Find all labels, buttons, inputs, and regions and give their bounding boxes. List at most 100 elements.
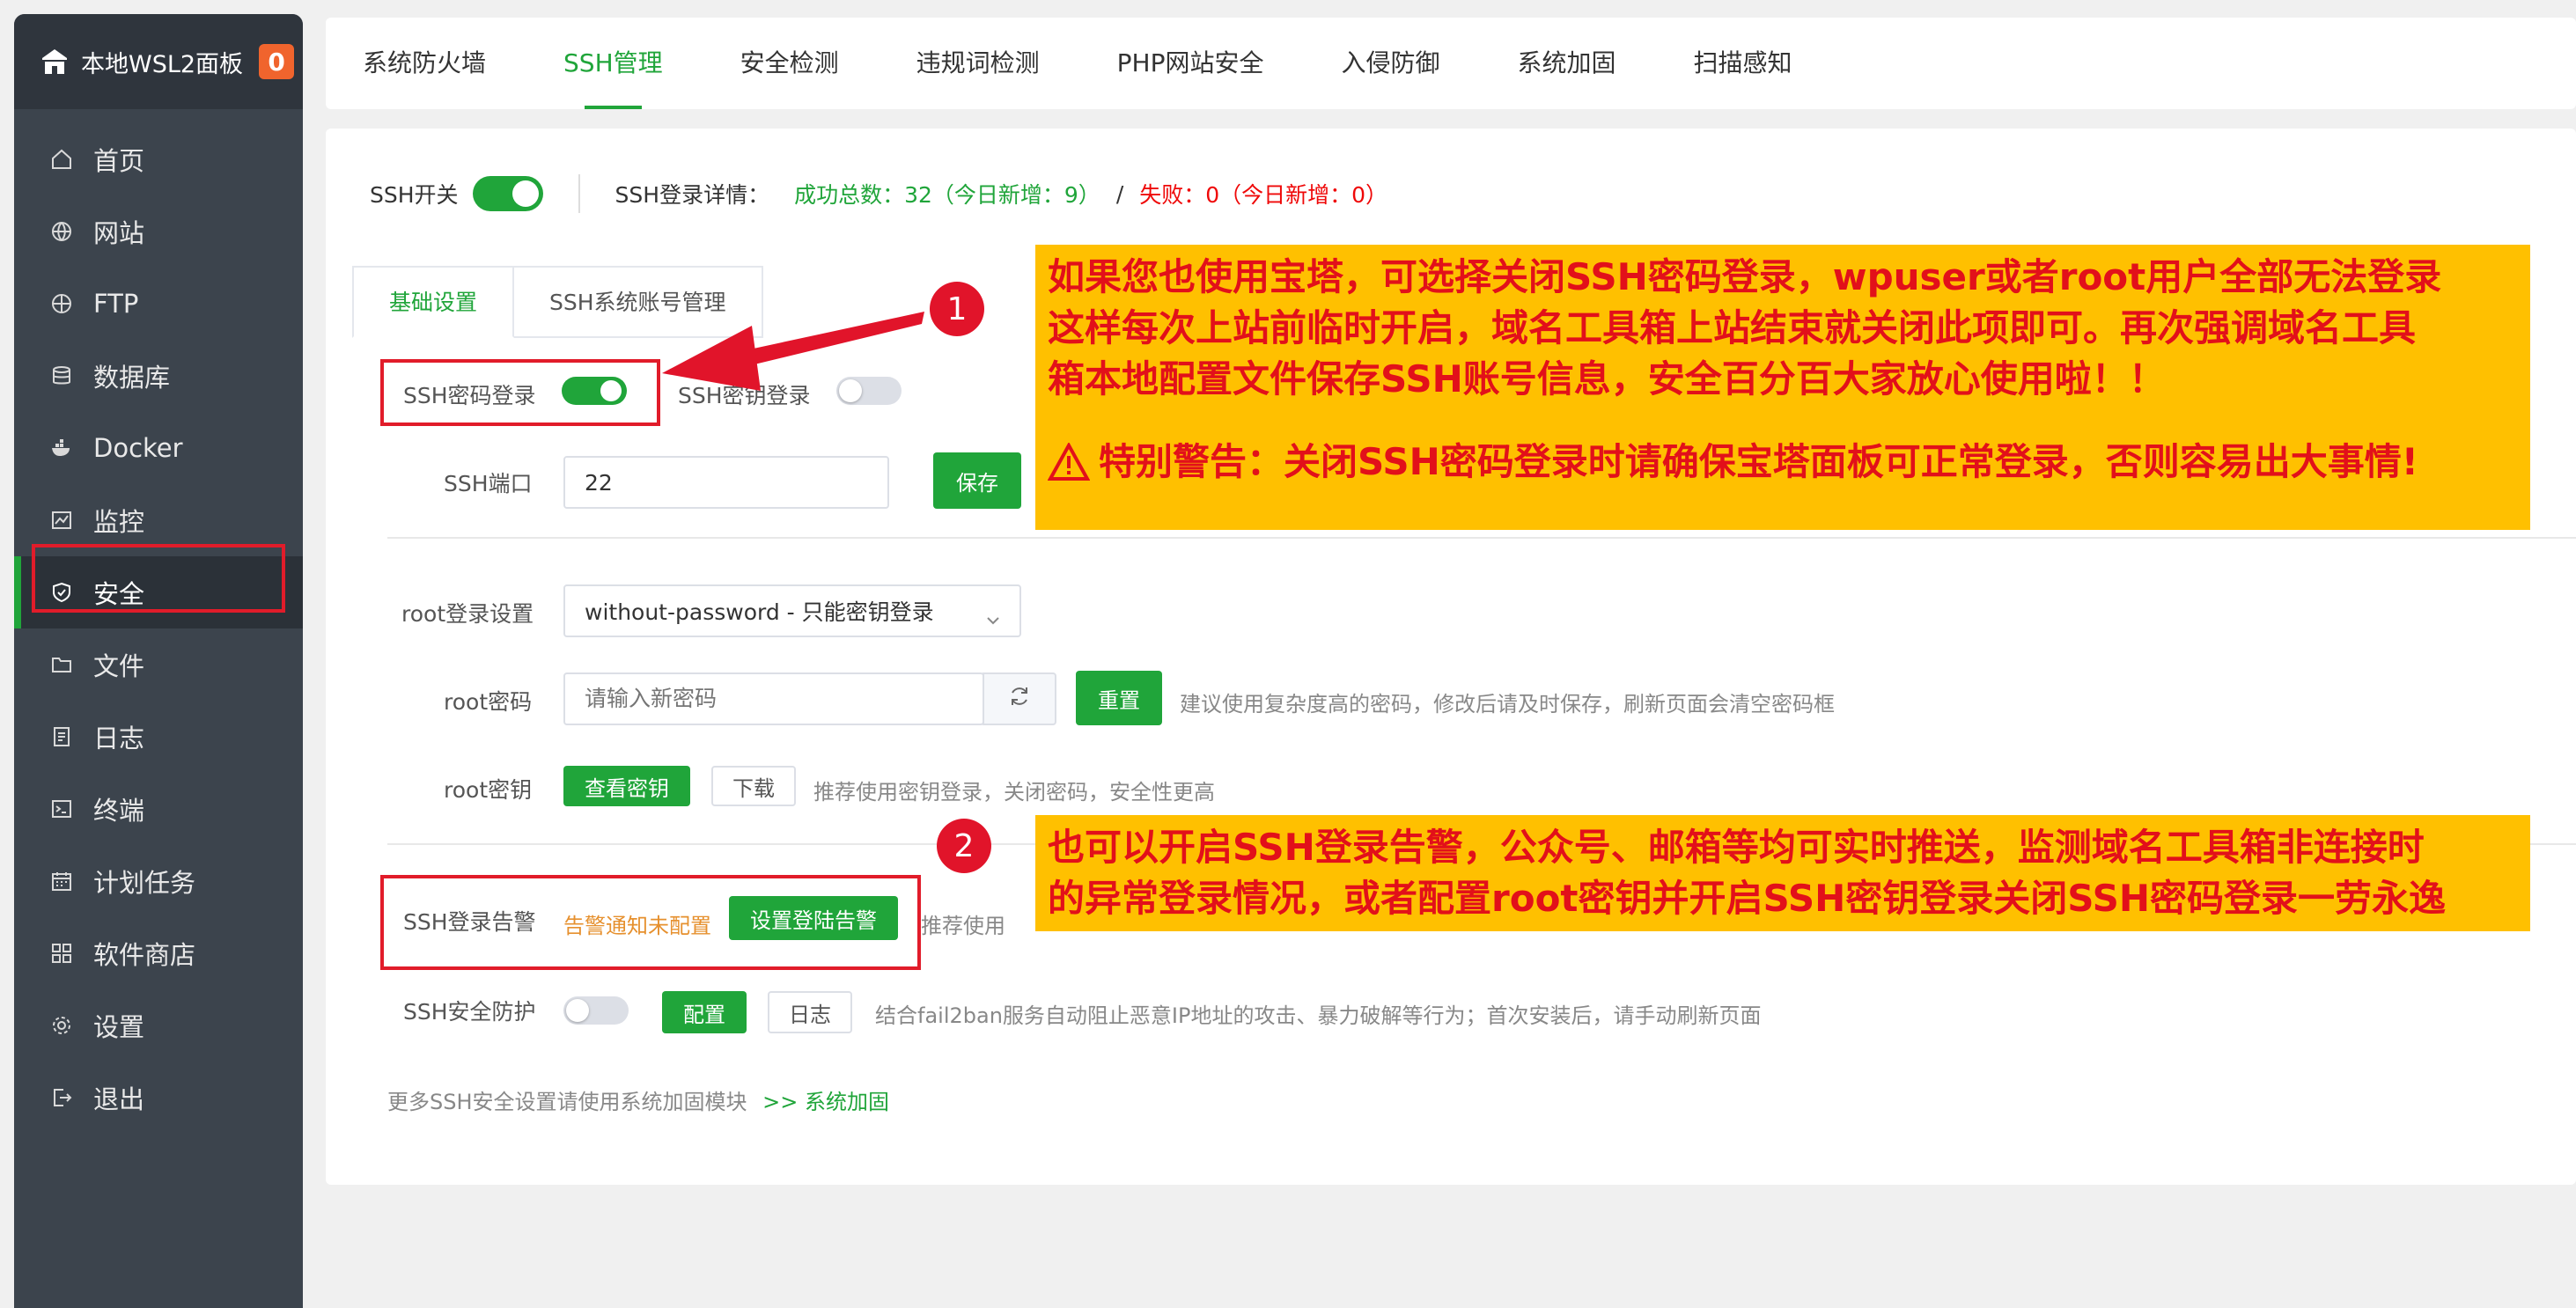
more-arrow: >> [762, 1090, 799, 1114]
annotation-number-2: 2 [937, 819, 991, 873]
sidebar-item-docker[interactable]: Docker [14, 412, 303, 484]
ssh-switch-toggle[interactable] [472, 176, 543, 211]
ssh-detail-label: SSH登录详情： [615, 182, 770, 208]
port-label: SSH端口 [444, 471, 533, 496]
protect-hint: 结合fail2ban服务自动阻止恶意IP地址的攻击、暴力破解等行为；首次安装后，… [875, 1003, 1762, 1028]
root-pwd-input[interactable] [563, 672, 984, 725]
annotation-arrow-icon [662, 312, 924, 391]
warning-icon [1048, 443, 1090, 481]
more-settings-text: 更多SSH安全设置请使用系统加固模块 >> 系统加固 [387, 1084, 889, 1115]
sidebar-item-label: 设置 [93, 1012, 145, 1042]
sidebar-item-settings[interactable]: 设置 [14, 989, 303, 1062]
root-login-value: without-password - 只能密钥登录 [585, 599, 934, 625]
hardening-link[interactable]: 系统加固 [805, 1090, 889, 1114]
subtab-basic[interactable]: 基础设置 [352, 266, 515, 338]
chevron-down-icon [986, 606, 1000, 631]
pwd-login-label: SSH密码登录 [403, 383, 536, 408]
save-port-button[interactable]: 保存 [933, 452, 1021, 509]
log-icon [49, 724, 74, 749]
tab-firewall[interactable]: 系统防火墙 [363, 18, 486, 109]
sidebar-item-files[interactable]: 文件 [14, 628, 303, 701]
alert-hint: 推荐使用 [921, 914, 1005, 938]
ssh-success-count: 成功总数：32（今日新增：9） [794, 182, 1100, 208]
sidebar-item-cron[interactable]: 计划任务 [14, 845, 303, 917]
section-divider [387, 537, 2576, 539]
sidebar-item-label: 计划任务 [93, 868, 196, 898]
calendar-icon [49, 869, 74, 893]
notification-badge[interactable]: 0 [259, 44, 295, 79]
sidebar-item-logs[interactable]: 日志 [14, 701, 303, 773]
sidebar-item-ftp[interactable]: FTP [14, 268, 303, 340]
sidebar-item-home[interactable]: 首页 [14, 123, 303, 195]
root-pwd-hint: 建议使用复杂度高的密码，修改后请及时保存，刷新页面会清空密码框 [1180, 692, 1835, 716]
root-key-hint: 推荐使用密钥登录，关闭密码，安全性更高 [813, 780, 1215, 805]
view-key-button[interactable]: 查看密钥 [563, 766, 690, 806]
sidebar-item-label: 文件 [93, 651, 145, 681]
note1-line2: 这样每次上站前临时开启，域名工具箱上站结束就关闭此项即可。再次强调域名工具 [1048, 306, 2417, 349]
logout-icon [49, 1085, 74, 1110]
sidebar-item-label: 网站 [93, 218, 145, 248]
reset-password-button[interactable]: 重置 [1076, 671, 1162, 725]
generate-password-button[interactable] [983, 672, 1056, 725]
sidebar-header: 本地WSL2面板 0 [14, 14, 303, 109]
sidebar-item-label: FTP [93, 289, 139, 319]
alert-status: 告警通知未配置 [563, 914, 711, 938]
port-input[interactable]: 22 [563, 456, 889, 509]
note1-line3: 箱本地配置文件保存SSH账号信息，安全百分百大家放心使用啦！！ [1048, 357, 2166, 400]
gear-icon [49, 1013, 74, 1038]
sidebar-item-label: 监控 [93, 507, 145, 537]
tab-php-security[interactable]: PHP网站安全 [1117, 18, 1264, 109]
ssh-switch-label: SSH开关 [370, 182, 459, 208]
tab-ssh[interactable]: SSH管理 [563, 18, 663, 109]
note1-line4: 特别警告：关闭SSH密码登录时请确保宝塔面板可正常登录，否则容易出大事情! [1099, 440, 2418, 483]
root-pwd-label: root密码 [444, 689, 533, 715]
sidebar-item-database[interactable]: 数据库 [14, 340, 303, 412]
protect-toggle[interactable] [563, 996, 629, 1025]
sidebar-item-terminal[interactable]: 终端 [14, 773, 303, 845]
ssh-status-row: SSH开关 SSH登录详情： 成功总数：32（今日新增：9） / 失败：0（今日… [370, 174, 1387, 213]
sidebar-item-logout[interactable]: 退出 [14, 1062, 303, 1134]
top-tab-bar: 系统防火墙 SSH管理 安全检测 违规词检测 PHP网站安全 入侵防御 系统加固… [326, 18, 2576, 109]
protect-config-button[interactable]: 配置 [662, 991, 747, 1033]
folder-icon [49, 652, 74, 677]
database-icon [49, 364, 74, 388]
sidebar-item-label: Docker [93, 433, 183, 463]
ftp-icon [49, 291, 74, 316]
ssh-count-divider: / [1115, 180, 1124, 207]
note2-line1: 也可以开启SSH登录告警，公众号、邮箱等均可实时推送，监测域名工具箱非连接时 [1048, 826, 2425, 869]
apps-icon [49, 941, 74, 966]
panel-name: 本地WSL2面板 [81, 50, 244, 78]
divider [578, 174, 580, 213]
tab-security-check[interactable]: 安全检测 [740, 18, 839, 109]
root-key-label: root密钥 [444, 777, 533, 803]
sidebar-item-label: 首页 [93, 146, 145, 176]
globe-icon [49, 219, 74, 244]
sidebar-item-website[interactable]: 网站 [14, 195, 303, 268]
pwd-login-toggle[interactable] [562, 377, 627, 405]
sidebar-item-label: 日志 [93, 724, 145, 753]
sidebar-item-label: 软件商店 [93, 940, 196, 970]
tab-keyword-check[interactable]: 违规词检测 [916, 18, 1040, 109]
protect-label: SSH安全防护 [403, 999, 536, 1025]
tab-hardening[interactable]: 系统加固 [1518, 18, 1616, 109]
monitor-icon [49, 508, 74, 533]
set-alert-button[interactable]: 设置登陆告警 [729, 896, 898, 940]
download-key-button[interactable]: 下载 [711, 766, 796, 806]
sidebar-item-label: 退出 [93, 1084, 145, 1114]
refresh-icon [1007, 684, 1032, 714]
annotation-note-2: 也可以开启SSH登录告警，公众号、邮箱等均可实时推送，监测域名工具箱非连接时 的… [1035, 815, 2530, 931]
note1-warning: 特别警告：关闭SSH密码登录时请确保宝塔面板可正常登录，否则容易出大事情! [1048, 437, 2518, 488]
tab-scan[interactable]: 扫描感知 [1694, 18, 1792, 109]
sidebar: 本地WSL2面板 0 首页 网站 FTP 数据库 Docker 监控 安全 文件… [14, 14, 303, 1308]
root-login-label: root登录设置 [401, 601, 534, 627]
security-highlight-box [32, 544, 285, 613]
annotation-note-1: 如果您也使用宝塔，可选择关闭SSH密码登录，wpuser或者root用户全部无法… [1035, 245, 2530, 530]
root-login-select[interactable]: without-password - 只能密钥登录 [563, 584, 1021, 637]
docker-icon [49, 436, 74, 460]
sidebar-menu: 首页 网站 FTP 数据库 Docker 监控 安全 文件 日志 终端 计划任务… [14, 123, 303, 1134]
sidebar-item-store[interactable]: 软件商店 [14, 917, 303, 989]
home-icon [49, 147, 74, 172]
note2-line2: 的异常登录情况，或者配置root密钥并开启SSH密钥登录关闭SSH密码登录一劳永… [1048, 877, 2447, 920]
tab-intrusion[interactable]: 入侵防御 [1341, 18, 1439, 109]
protect-log-button[interactable]: 日志 [768, 991, 852, 1033]
